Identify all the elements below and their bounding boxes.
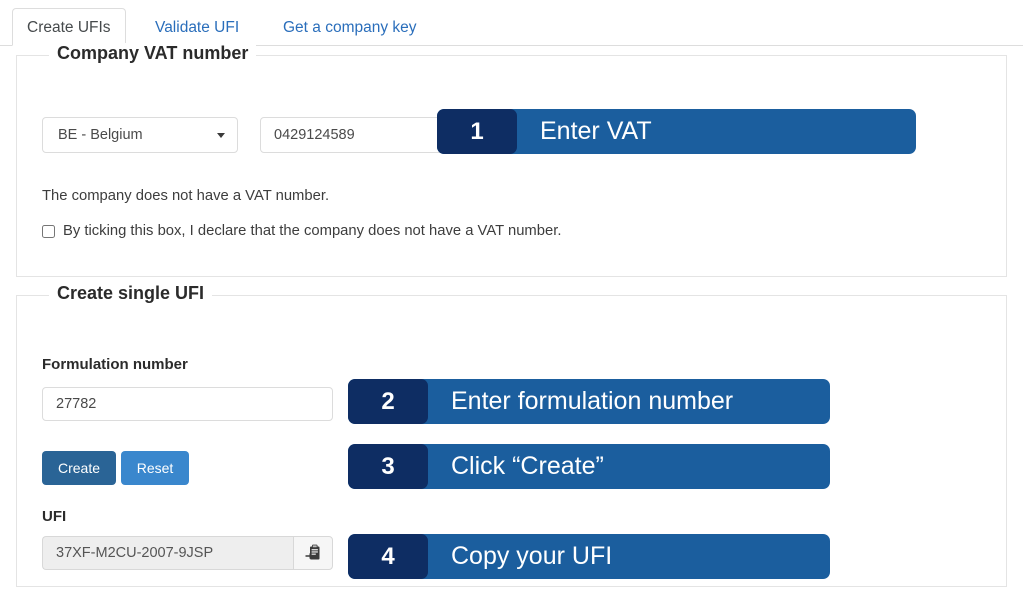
ufi-output-input[interactable] bbox=[42, 536, 293, 570]
country-select[interactable]: BE - Belgium bbox=[42, 117, 238, 153]
step-callout-1: 1 Enter VAT bbox=[437, 109, 916, 154]
country-select-value: BE - Belgium bbox=[58, 127, 143, 143]
tab-get-company-key[interactable]: Get a company key bbox=[268, 8, 432, 46]
no-vat-checkbox-row[interactable]: By ticking this box, I declare that the … bbox=[42, 223, 561, 239]
no-vat-checkbox-label: By ticking this box, I declare that the … bbox=[63, 223, 562, 239]
tab-create-ufis[interactable]: Create UFIs bbox=[12, 8, 126, 46]
chevron-down-icon bbox=[217, 133, 225, 138]
step-number-3: 3 bbox=[348, 444, 428, 489]
company-vat-panel: Company VAT number BE - Belgium The comp… bbox=[16, 43, 1007, 277]
step-number-2: 2 bbox=[348, 379, 428, 424]
company-vat-legend: Company VAT number bbox=[49, 43, 257, 64]
step-text-1: Enter VAT bbox=[540, 117, 652, 145]
step-number-1: 1 bbox=[437, 109, 517, 154]
create-single-ufi-legend: Create single UFI bbox=[49, 283, 213, 304]
step-text-3: Click “Create” bbox=[451, 452, 604, 480]
no-vat-checkbox[interactable] bbox=[42, 224, 55, 238]
no-vat-description: The company does not have a VAT number. bbox=[42, 188, 330, 204]
create-button[interactable]: Create bbox=[42, 451, 116, 485]
ufi-output-group bbox=[42, 536, 333, 570]
step-number-4: 4 bbox=[348, 534, 428, 579]
reset-button[interactable]: Reset bbox=[121, 451, 189, 485]
tab-bar: Create UFIs Validate UFI Get a company k… bbox=[0, 0, 1023, 46]
step-text-2: Enter formulation number bbox=[451, 387, 734, 415]
ufi-label: UFI bbox=[42, 508, 67, 525]
tab-validate-ufi[interactable]: Validate UFI bbox=[140, 8, 254, 46]
clipboard-copy-icon bbox=[305, 544, 320, 560]
step-callout-3: 3 Click “Create” bbox=[348, 444, 830, 489]
tab-validate-ufi-label: Validate UFI bbox=[155, 19, 240, 36]
copy-ufi-button[interactable] bbox=[293, 536, 333, 570]
step-callout-2: 2 Enter formulation number bbox=[348, 379, 830, 424]
tab-get-company-key-label: Get a company key bbox=[283, 19, 417, 36]
formulation-number-label: Formulation number bbox=[42, 356, 188, 373]
formulation-number-input[interactable] bbox=[42, 387, 333, 421]
tab-create-ufis-label: Create UFIs bbox=[27, 19, 111, 36]
step-callout-4: 4 Copy your UFI bbox=[348, 534, 830, 579]
step-text-4: Copy your UFI bbox=[451, 542, 613, 570]
